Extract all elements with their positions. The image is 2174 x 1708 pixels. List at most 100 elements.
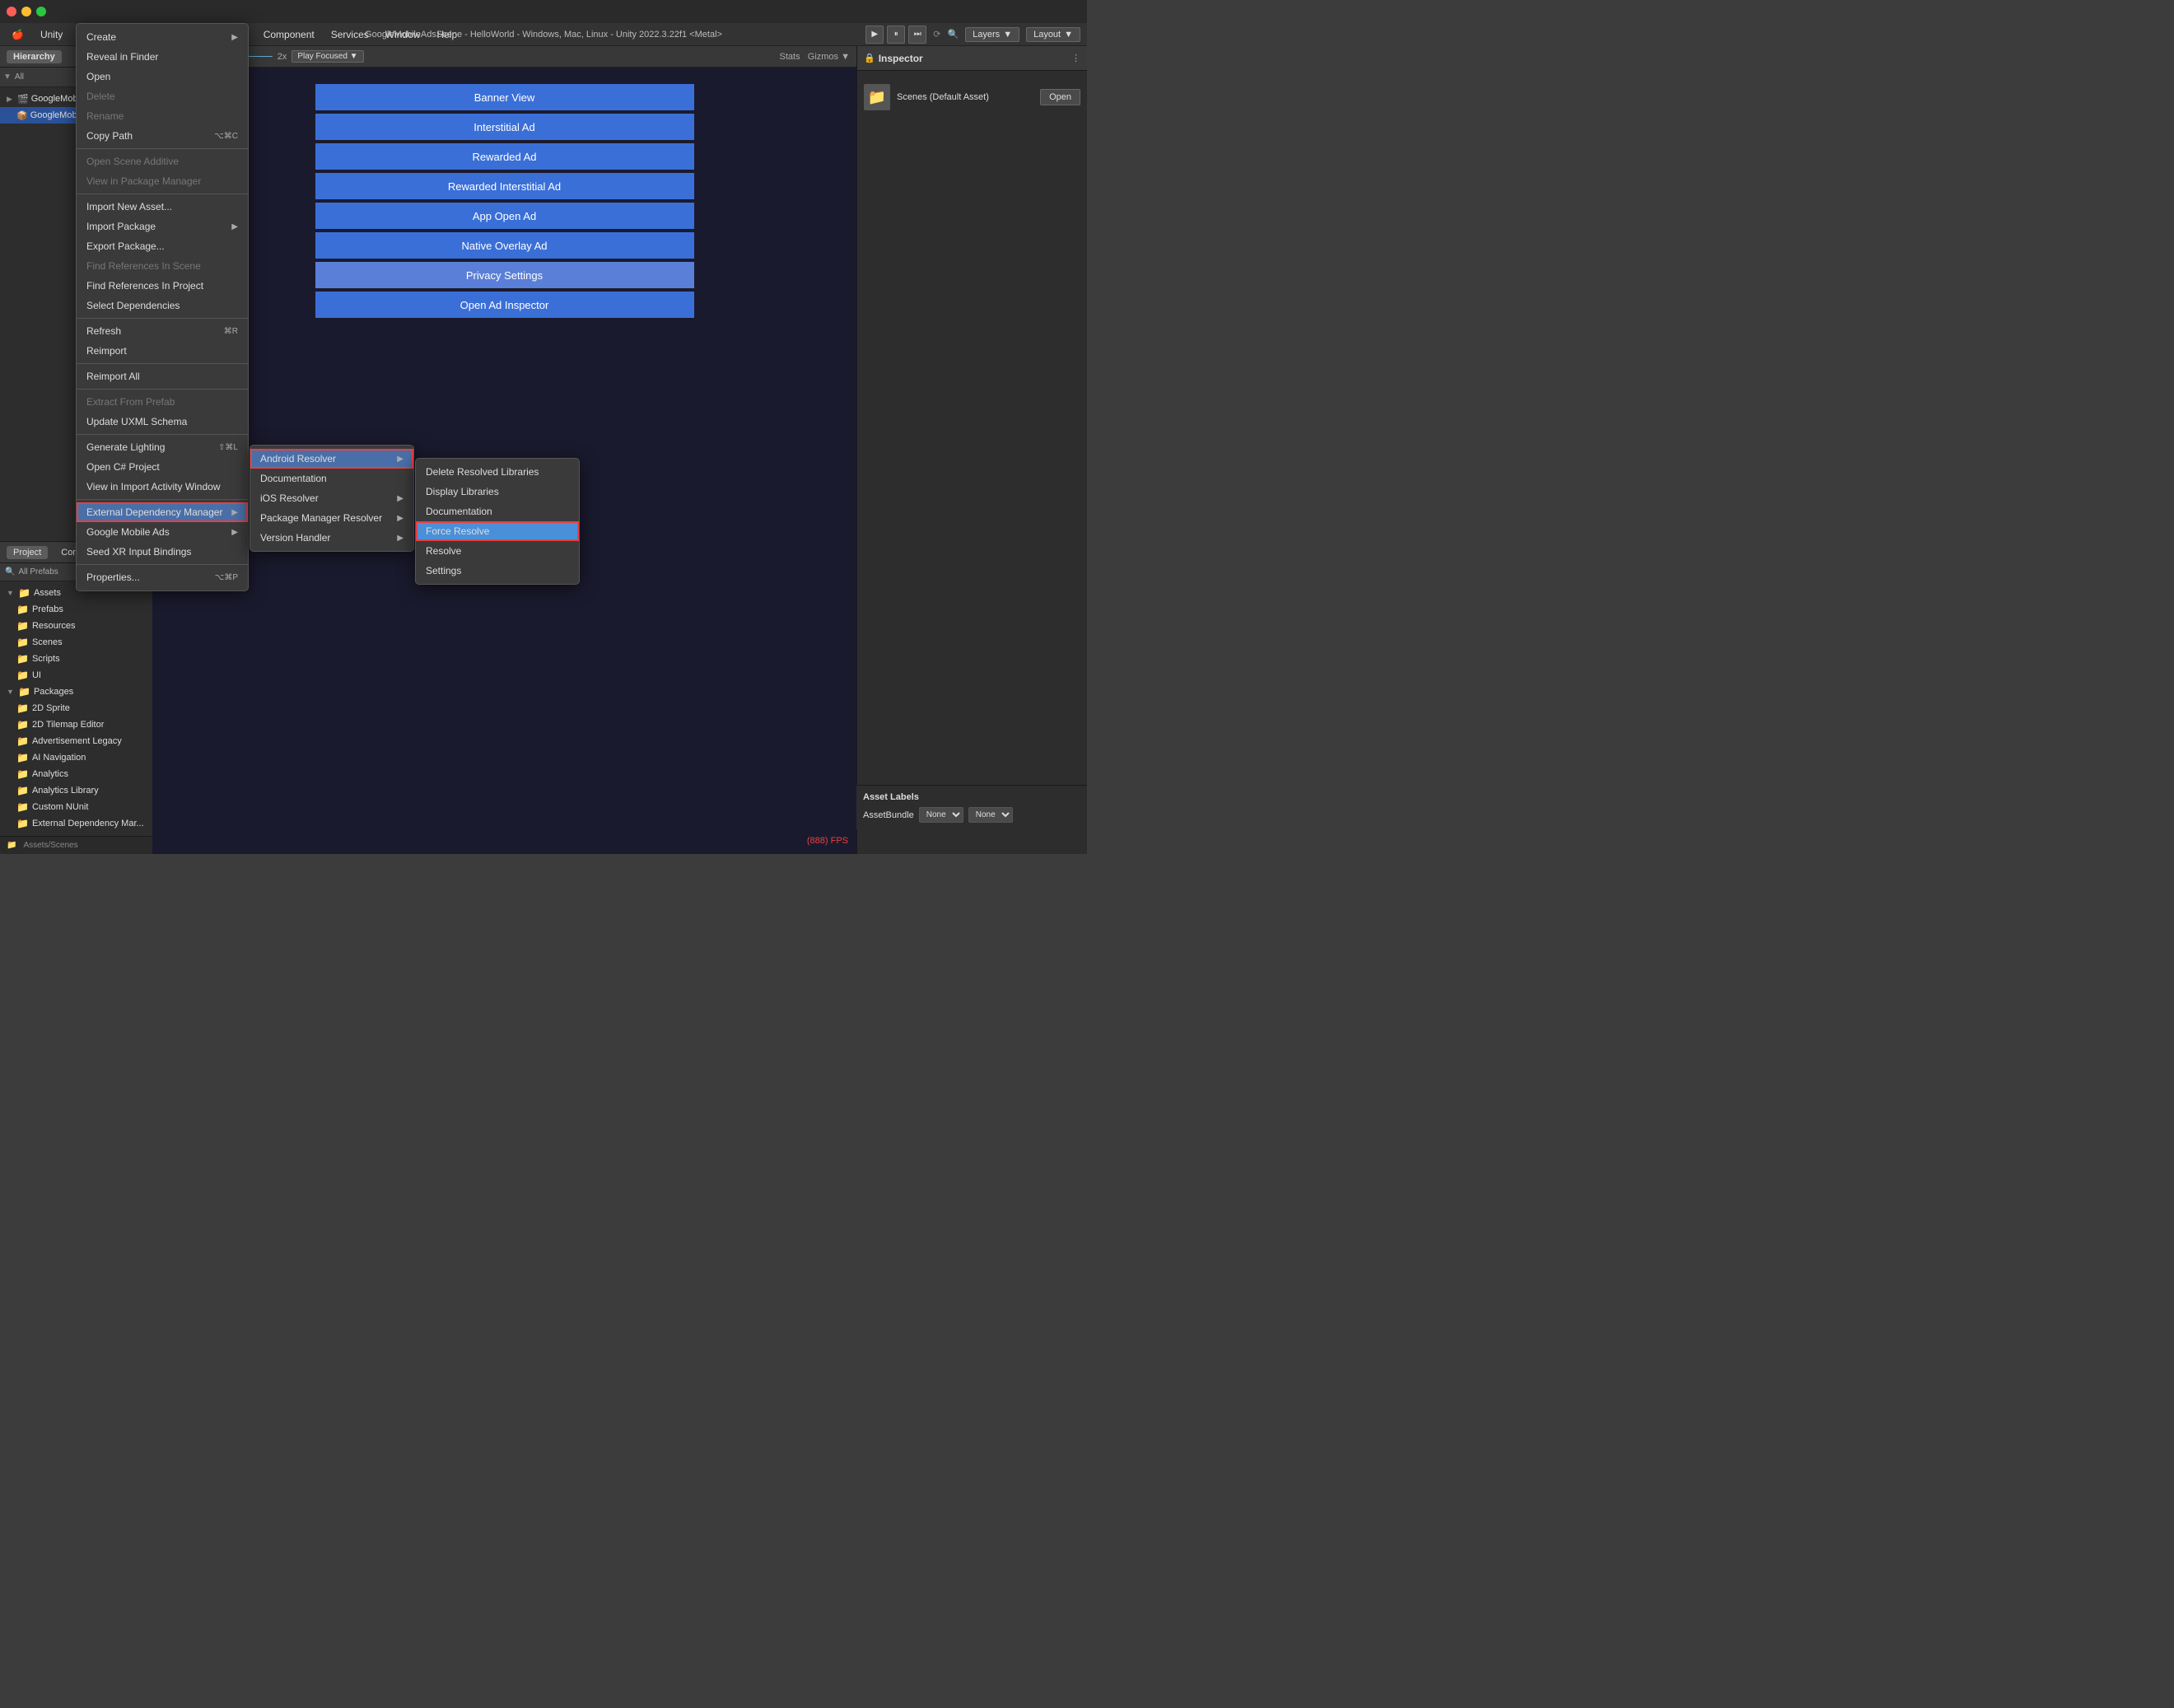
folder-resources[interactable]: 📁 Resources	[0, 618, 152, 634]
inspector-panel: 🔒 Inspector ⋮ 📁 Scenes (Default Asset) O…	[856, 46, 1087, 854]
folder-2dsprite[interactable]: 📁 2D Sprite	[0, 700, 152, 716]
title-bar	[0, 0, 1087, 23]
ctx-edm[interactable]: External Dependency Manager▶	[77, 502, 248, 522]
ctx-divider-7	[77, 499, 248, 500]
ctx-android-resolver[interactable]: Android Resolver▶	[250, 449, 413, 469]
ctx-refresh[interactable]: Refresh⌘R	[77, 321, 248, 341]
ctx-ios-resolver[interactable]: iOS Resolver▶	[250, 488, 413, 508]
ctx-delete-libs[interactable]: Delete Resolved Libraries	[416, 462, 579, 482]
ctx-divider-8	[77, 564, 248, 565]
ctx-create[interactable]: Create▶	[77, 27, 248, 47]
ctx-edm-docs[interactable]: Documentation	[250, 469, 413, 488]
asset-bundle-select[interactable]: None	[919, 807, 963, 823]
ctx-divider-5	[77, 389, 248, 390]
ctx-open[interactable]: Open	[77, 67, 248, 86]
ctx-update-uxml[interactable]: Update UXML Schema	[77, 412, 248, 432]
menu-unity[interactable]: Unity	[32, 26, 71, 43]
folder-analytics[interactable]: 📁 Analytics	[0, 766, 152, 782]
ctx-view-pkg-mgr: View in Package Manager	[77, 171, 248, 191]
ctx-select-deps[interactable]: Select Dependencies	[77, 296, 248, 315]
folder-edm[interactable]: 📁 External Dependency Mar...	[0, 815, 152, 832]
asset-bundle-row: AssetBundle None None	[863, 807, 1080, 823]
step-button[interactable]: ⏭	[908, 26, 926, 44]
ctx-rename: Rename	[77, 106, 248, 126]
status-bar: 📁 Assets/Scenes	[0, 836, 152, 854]
inspector-more-icon: ⋮	[1071, 53, 1080, 63]
ctx-gen-lighting[interactable]: Generate Lighting⇧⌘L	[77, 437, 248, 457]
ctx-version-handler[interactable]: Version Handler▶	[250, 528, 413, 548]
play-button[interactable]: ▶	[865, 26, 884, 44]
interstitial-btn[interactable]: Interstitial Ad	[315, 114, 694, 140]
ctx-properties[interactable]: Properties...⌥⌘P	[77, 567, 248, 587]
folder-custom-nunit[interactable]: 📁 Custom NUnit	[0, 799, 152, 815]
folder-analytics-lib[interactable]: 📁 Analytics Library	[0, 782, 152, 799]
folder-ai-nav[interactable]: 📁 AI Navigation	[0, 749, 152, 766]
project-tree: ▼ 📁 Assets 📁 Prefabs 📁 Resources 📁 Scene…	[0, 581, 152, 836]
app-open-btn[interactable]: App Open Ad	[315, 203, 694, 229]
ctx-settings[interactable]: Settings	[416, 561, 579, 581]
ctx-open-scene-additive: Open Scene Additive	[77, 152, 248, 171]
minimize-button[interactable]	[21, 7, 31, 16]
ctx-force-resolve[interactable]: Force Resolve	[416, 521, 579, 541]
ctx-find-ref-proj[interactable]: Find References In Project	[77, 276, 248, 296]
ctx-resolve[interactable]: Resolve	[416, 541, 579, 561]
folder-2dtilemap[interactable]: 📁 2D Tilemap Editor	[0, 716, 152, 733]
ctx-view-import[interactable]: View in Import Activity Window	[77, 477, 248, 497]
ctx-divider-4	[77, 363, 248, 364]
banner-view-btn[interactable]: Banner View	[315, 84, 694, 110]
context-menu-assets: Create▶ Reveal in Finder Open Delete Ren…	[76, 23, 249, 591]
layers-dropdown[interactable]: Layers ▼	[965, 27, 1019, 42]
ctx-pkg-mgr-resolver[interactable]: Package Manager Resolver▶	[250, 508, 413, 528]
ctx-export-pkg[interactable]: Export Package...	[77, 236, 248, 256]
rewarded-btn[interactable]: Rewarded Ad	[315, 143, 694, 170]
scene-toolbar: ⋮ spect ▼ Scale ───── 2x Play Focused ▼ …	[152, 46, 856, 68]
folder-prefabs[interactable]: 📁 Prefabs	[0, 601, 152, 618]
play-controls: ▶ ⏸ ⏭	[865, 26, 926, 44]
open-ad-inspector-btn[interactable]: Open Ad Inspector	[315, 292, 694, 318]
submenu-android: Delete Resolved Libraries Display Librar…	[415, 458, 580, 585]
ctx-find-ref-scene: Find References In Scene	[77, 256, 248, 276]
ctx-copy-path[interactable]: Copy Path⌥⌘C	[77, 126, 248, 146]
open-scene-button[interactable]: Open	[1040, 89, 1080, 105]
menu-component[interactable]: Component	[255, 26, 323, 43]
ctx-reimport[interactable]: Reimport	[77, 341, 248, 361]
menu-apple[interactable]: 🍎	[3, 26, 32, 43]
ctx-open-csharp[interactable]: Open C# Project	[77, 457, 248, 477]
inspector-header: 🔒 Inspector ⋮	[857, 46, 1087, 71]
gizmos-area: Stats Gizmos ▼	[780, 52, 850, 62]
search-label: All Prefabs	[18, 567, 58, 576]
folder-scripts[interactable]: 📁 Scripts	[0, 651, 152, 667]
ctx-divider-3	[77, 318, 248, 319]
hierarchy-tab[interactable]: Hierarchy	[7, 50, 62, 63]
close-button[interactable]	[7, 7, 16, 16]
ctx-android-docs[interactable]: Documentation	[416, 502, 579, 521]
maximize-button[interactable]	[36, 7, 46, 16]
ctx-reveal[interactable]: Reveal in Finder	[77, 47, 248, 67]
rewarded-interstitial-btn[interactable]: Rewarded Interstitial Ad	[315, 173, 694, 199]
folder-scenes[interactable]: 📁 Scenes	[0, 634, 152, 651]
folder-packages[interactable]: ▼ 📁 Packages	[0, 684, 152, 700]
ctx-delete: Delete	[77, 86, 248, 106]
project-tab[interactable]: Project	[7, 546, 48, 559]
ctx-reimport-all[interactable]: Reimport All	[77, 366, 248, 386]
ctx-import-new[interactable]: Import New Asset...	[77, 197, 248, 217]
native-overlay-btn[interactable]: Native Overlay Ad	[315, 232, 694, 259]
ctx-extract-prefab: Extract From Prefab	[77, 392, 248, 412]
privacy-settings-btn[interactable]: Privacy Settings	[315, 262, 694, 288]
fps-counter: (888) FPS	[807, 836, 848, 846]
submenu-edm: Android Resolver▶ Documentation iOS Reso…	[250, 445, 414, 552]
ctx-display-libs[interactable]: Display Libraries	[416, 482, 579, 502]
ctx-import-pkg[interactable]: Import Package▶	[77, 217, 248, 236]
search-icon: 🔍	[5, 567, 15, 576]
ctx-gma[interactable]: Google Mobile Ads▶	[77, 522, 248, 542]
asset-bundle-variant-select[interactable]: None	[968, 807, 1013, 823]
window-title: GoogleMobileAdsScene - HelloWorld - Wind…	[365, 30, 722, 40]
folder-adv-legacy[interactable]: 📁 Advertisement Legacy	[0, 733, 152, 749]
play-focused-btn[interactable]: Play Focused ▼	[292, 50, 363, 63]
layout-dropdown[interactable]: Layout ▼	[1026, 27, 1080, 42]
pause-button[interactable]: ⏸	[887, 26, 905, 44]
ctx-seed-xr[interactable]: Seed XR Input Bindings	[77, 542, 248, 562]
status-path: Assets/Scenes	[23, 841, 77, 850]
asset-bundle-label: AssetBundle	[863, 810, 914, 820]
folder-ui[interactable]: 📁 UI	[0, 667, 152, 684]
